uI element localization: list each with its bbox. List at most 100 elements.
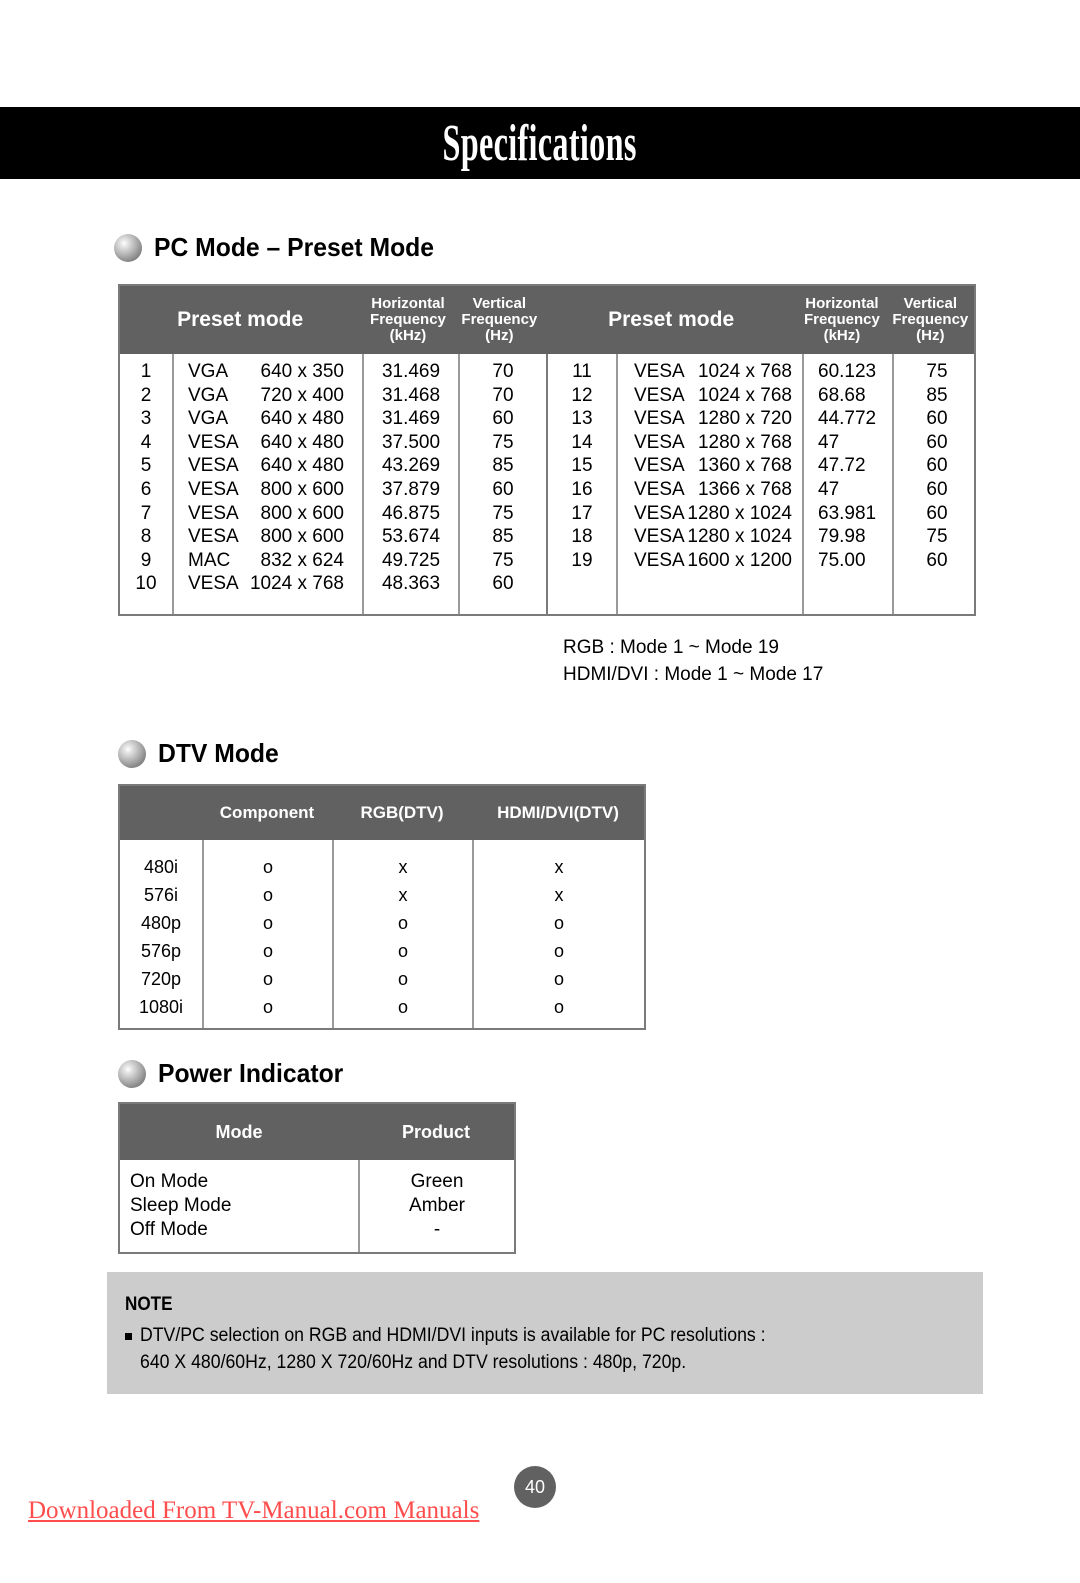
cell-dtv-rgb: o [397,969,408,989]
column-power-product: Green Amber - [358,1160,514,1252]
cell-resolution: 800 x 600 [260,502,344,524]
column-h-freq-right: 60.123 68.68 44.772 47 47.72 47 63.981 79.98 75.… [802,354,892,614]
cell-horizontal-frequency: 79.98 [818,526,866,548]
cell-dtv-rgb: o [397,941,408,961]
cell-vertical-frequency: 60 [926,502,948,524]
cell-horizontal-frequency: 60.123 [818,361,877,382]
cell-horizontal-frequency: 53.674 [381,526,441,548]
cell-index: 10 [135,573,157,595]
cell-index: 2 [140,384,152,406]
cell-vertical-frequency: 60 [926,455,948,477]
pc-preset-mode-table: Preset mode Horizontal Frequency (kHz) V… [118,284,976,616]
cell-dtv-hdmi: o [553,913,564,933]
cell-vertical-frequency: 70 [492,384,514,406]
cell-standard: VGA [188,384,229,406]
page-header-banner: Specifications [0,107,1080,179]
cell-index: 8 [140,526,152,548]
cell-horizontal-frequency: 31.468 [381,384,441,406]
cell-horizontal-frequency: 48.363 [381,573,441,595]
header-vf2-line3: (Hz) [916,326,945,344]
cell-standard: VESA [634,526,685,548]
header-hf2-line3: (kHz) [823,326,861,344]
cell-vertical-frequency: 75 [492,549,514,571]
power-table-body: On Mode Sleep Mode Off Mode Green Amber - [120,1160,514,1252]
cell-resolution: 800 x 600 [260,478,344,500]
note-text: DTV/PC selection on RGB and HDMI/DVI inp… [140,1322,766,1376]
header-power-mode: Mode [215,1121,263,1142]
cell-index: 11 [572,361,592,382]
cell-standard: VESA [634,549,685,571]
sphere-bullet-icon [114,233,142,262]
pc-table-body: 1 2 3 4 5 6 7 8 9 10 VGA VGA VGA VESA VESA VESA VESA VES… [120,354,974,614]
cell-resolution: 1024 x 768 [249,573,344,595]
cell-vertical-frequency: 60 [492,408,514,430]
header-power-product: Product [401,1121,470,1142]
cell-dtv-component: o [262,997,273,1017]
cell-standard: VESA [634,455,685,477]
header-hdmi-dvi-dtv: HDMI/DVI(DTV) [497,803,619,823]
cell-dtv-hdmi: o [553,997,564,1017]
cell-resolution: 640 x 480 [260,431,344,453]
header-vertical-frequency-left: Vertical Frequency (Hz) [456,286,543,354]
column-power-mode: On Mode Sleep Mode Off Mode [120,1160,358,1252]
cell-resolution: 1360 x 768 [697,455,792,477]
column-dtv-hdmi: xxoooo [472,840,644,1028]
cell-horizontal-frequency: 47 [818,431,840,453]
cell-dtv-component: o [262,857,273,877]
cell-index: 5 [140,455,152,477]
cell-dtv-component: o [262,913,273,933]
cell-resolution: 832 x 624 [260,549,344,571]
header-vf-line2: Frequency [461,311,538,329]
column-index-right: 11 12 13 14 15 16 17 18 19 [548,354,616,614]
cell-power-mode: Sleep Mode [130,1195,232,1216]
header-vf-line1: Vertical [472,295,527,313]
cell-dtv-component: o [262,941,273,961]
cell-standard: VESA [188,573,239,595]
header-dtv-blank [120,786,202,840]
cell-resolution: 1280 x 720 [697,408,792,430]
cell-dtv-format: 576p [140,941,182,961]
column-resolution-left: 640 x 350 720 x 400 640 x 480 640 x 480 640 … [244,354,362,614]
cell-standard: VESA [634,478,685,500]
cell-dtv-component: o [262,969,273,989]
cell-dtv-rgb: x [398,885,408,905]
cell-vertical-frequency: 85 [492,455,514,477]
cell-horizontal-frequency: 44.772 [818,408,877,430]
cell-dtv-rgb: x [398,857,408,877]
header-hf-line2: Frequency [370,311,446,329]
cell-power-mode: On Mode [130,1171,209,1192]
cell-dtv-format: 480p [140,913,182,933]
cell-vertical-frequency: 85 [492,526,514,548]
cell-horizontal-frequency: 46.875 [381,502,441,524]
cell-horizontal-frequency: 47.72 [818,455,866,477]
column-standard-left: VGA VGA VGA VESA VESA VESA VESA VESA MAC VESA [172,354,244,614]
cell-resolution: 640 x 480 [260,455,344,477]
cell-power-product: - [433,1219,441,1240]
header-horizontal-frequency-right: Horizontal Frequency (kHz) [797,286,886,354]
column-resolution-right: 1024 x 768 1024 x 768 1280 x 720 1280 x 768… [680,354,802,614]
cell-index: 12 [571,384,593,406]
sphere-bullet-icon [118,1059,146,1088]
cell-horizontal-frequency: 49.725 [381,549,441,571]
page-number-badge: 40 [514,1466,556,1508]
header-hf2-line2: Frequency [804,311,880,329]
cell-vertical-frequency: 60 [926,549,948,571]
cell-power-product: Green [410,1171,464,1192]
watermark-link[interactable]: Downloaded From TV-Manual.com Manuals [28,1497,479,1525]
cell-resolution: 1280 x 1024 [687,502,792,524]
cell-standard: VESA [634,384,685,406]
cell-index: 4 [140,431,152,453]
note-box: NOTE DTV/PC selection on RGB and HDMI/DV… [107,1272,983,1394]
cell-horizontal-frequency: 31.469 [381,408,441,430]
cell-index: 7 [140,502,152,524]
cell-vertical-frequency: 75 [492,431,514,453]
cell-index: 13 [571,408,593,430]
cell-vertical-frequency: 75 [926,526,948,548]
cell-standard: VGA [188,361,229,382]
square-bullet-icon [125,1333,132,1340]
cell-horizontal-frequency: 37.500 [381,431,441,453]
header-vf2-line2: Frequency [892,311,969,329]
section-title-pc-mode: PC Mode – Preset Mode [154,232,434,262]
header-hf-line1: Horizontal [371,295,445,313]
header-vf-line3: (Hz) [485,326,514,344]
